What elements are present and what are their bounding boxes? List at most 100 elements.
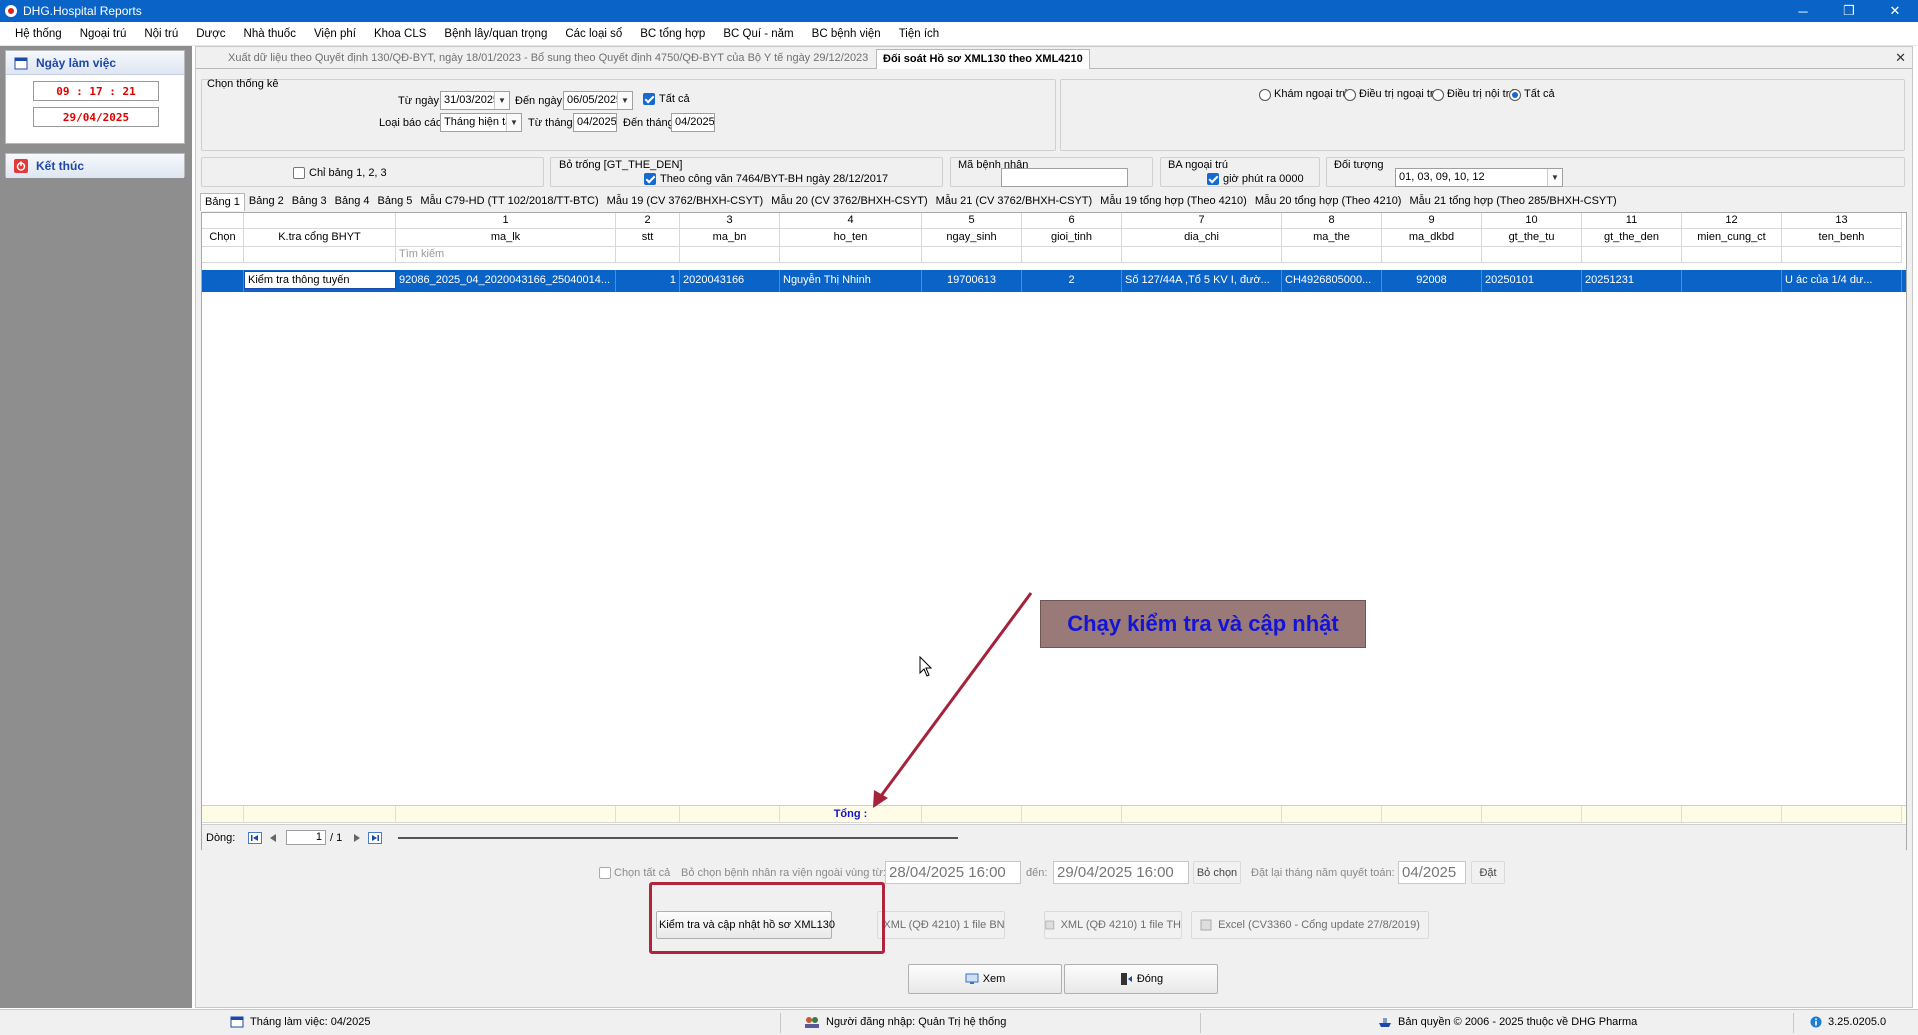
select-all-checkbox[interactable] [599,867,611,879]
minimize-button[interactable]: ─ [1780,0,1826,22]
maximize-button[interactable]: ❐ [1826,0,1872,22]
table-cell[interactable]: Nguyễn Thị Nhinh [780,270,922,292]
table-row[interactable]: Kiểm tra thông tuyến 92086_2025_04_202004… [202,270,1906,292]
only-tables-checkbox[interactable] [293,167,305,179]
filter-cell[interactable] [1682,247,1782,263]
menu-benh-lay[interactable]: Bệnh lây/quan trọng [435,28,556,40]
table-cell[interactable] [202,270,244,292]
first-page-icon[interactable] [248,831,262,844]
filter-cell[interactable] [680,247,780,263]
chevron-down-icon[interactable]: ▼ [1547,169,1562,186]
set-period-button[interactable]: Đặt [1471,861,1505,884]
from-month-input[interactable]: 04/2025 [573,113,617,132]
close-tab-icon[interactable]: ✕ [1895,50,1906,66]
close-window-button[interactable]: ✕ [1872,0,1918,22]
table-cell[interactable]: 1 [616,270,680,292]
filter-cell[interactable] [1022,247,1122,263]
menu-duoc[interactable]: Dược [187,28,234,40]
radio-tat-ca[interactable] [1509,89,1521,101]
subtab-mau-20-tong-hop[interactable]: Mẫu 20 tổng hợp (Theo 4210) [1251,193,1406,211]
page-input[interactable]: 1 [286,830,326,845]
object-select[interactable]: 01, 03, 09, 10, 12 ▼ [1395,168,1563,187]
filter-cell[interactable] [1782,247,1902,263]
filter-cell[interactable] [616,247,680,263]
horizontal-scrollbar[interactable] [398,836,959,839]
table-cell[interactable]: 2 [1022,270,1122,292]
patient-id-input[interactable] [1001,168,1128,187]
last-page-icon[interactable] [368,831,383,844]
subtab-mau-21-tong-hop[interactable]: Mẫu 21 tổng hợp (Theo 285/BHXH-CSYT) [1405,193,1620,211]
deselect-from-input[interactable]: 28/04/2025 16:00 [885,861,1021,884]
subtab-mau-19[interactable]: Mẫu 19 (CV 3762/BHXH-CSYT) [603,193,768,211]
menu-vien-phi[interactable]: Viện phí [305,28,365,40]
all-dates-checkbox[interactable] [643,93,655,105]
table-cell[interactable]: CH4926805000... [1282,270,1382,292]
table-cell[interactable]: Kiểm tra thông tuyến [244,271,396,289]
table-cell[interactable]: U ác của 1/4 dư... [1782,270,1902,292]
xml-bn-button[interactable]: XML (QĐ 4210) 1 file BN [877,911,1005,939]
reset-period-input[interactable]: 04/2025 [1398,861,1466,884]
menu-nha-thuoc[interactable]: Nhà thuốc [235,28,305,40]
subtab-bang-3[interactable]: Bảng 3 [288,193,331,211]
radio-dieu-tri-noi-tru[interactable] [1432,89,1444,101]
menu-tien-ich[interactable]: Tiện ích [890,28,948,40]
menu-noi-tru[interactable]: Nội trú [135,28,187,40]
menu-bc-qui-nam[interactable]: BC Quí - năm [714,28,802,40]
xml-th-button[interactable]: XML (QĐ 4210) 1 file TH [1044,911,1182,939]
inpatient-checkbox[interactable] [1207,173,1219,185]
next-page-icon[interactable] [352,832,362,844]
to-month-input[interactable]: 04/2025 [671,113,715,132]
radio-dieu-tri-ngoai-tru[interactable] [1344,89,1356,101]
menu-khoa-cls[interactable]: Khoa CLS [365,28,435,40]
exit-item[interactable]: Kết thúc [5,153,185,178]
filter-cell[interactable] [1482,247,1582,263]
table-cell[interactable]: 20251231 [1582,270,1682,292]
filter-cell[interactable] [1582,247,1682,263]
filter-cell[interactable] [780,247,922,263]
subtab-bang-4[interactable]: Bảng 4 [331,193,374,211]
table-cell[interactable] [1682,270,1782,292]
filter-cell[interactable] [1282,247,1382,263]
subtab-mau-19-tong-hop[interactable]: Mẫu 19 tổng hợp (Theo 4210) [1096,193,1251,211]
close-button[interactable]: Đóng [1064,964,1218,994]
tab-doi-soat[interactable]: Đối soát Hồ sơ XML130 theo XML4210 [876,49,1090,69]
chevron-down-icon[interactable]: ▼ [506,114,521,131]
subtab-bang-2[interactable]: Bảng 2 [245,193,288,211]
subtab-mau-21[interactable]: Mẫu 21 (CV 3762/BHXH-CSYT) [932,193,1097,211]
menu-cac-loai-so[interactable]: Các loại sổ [556,28,631,40]
filter-cell[interactable] [202,247,244,263]
report-type-select[interactable]: Tháng hiện tại ▼ [440,113,522,132]
tab-xuat-du-lieu[interactable]: Xuất dữ liệu theo Quyết định 130/QĐ-BYT,… [222,49,874,69]
filter-cell[interactable] [1382,247,1482,263]
table-cell[interactable]: Số 127/44A ,Tổ 5 KV I, đườ... [1122,270,1282,292]
menu-bc-benh-vien[interactable]: BC bệnh viện [803,28,890,40]
table-cell[interactable]: 2020043166 [680,270,780,292]
table-cell[interactable]: 20250101 [1482,270,1582,292]
filter-cell[interactable]: Tìm kiếm [396,247,616,263]
chevron-down-icon[interactable]: ▼ [494,92,509,109]
to-date-input[interactable]: 06/05/2025 ▼ [563,91,633,110]
table-cell[interactable]: 92008 [1382,270,1482,292]
excel-export-button[interactable]: Excel (CV3360 - Cổng update 27/8/2019) [1191,911,1429,939]
menu-bc-tong-hop[interactable]: BC tổng hợp [631,28,714,40]
subtab-mau-20[interactable]: Mẫu 20 (CV 3762/BHXH-CSYT) [767,193,932,211]
subtab-bang-5[interactable]: Bảng 5 [374,193,417,211]
subtab-bang-1[interactable]: Bảng 1 [200,193,245,211]
prev-page-icon[interactable] [268,832,278,844]
bo-trong-checkbox[interactable] [644,173,656,185]
deselect-button[interactable]: Bỏ chọn [1193,861,1241,884]
filter-cell[interactable] [1122,247,1282,263]
menu-he-thong[interactable]: Hệ thống [6,28,71,40]
table-cell[interactable]: 19700613 [922,270,1022,292]
chevron-down-icon[interactable]: ▼ [617,92,632,109]
workday-date-field[interactable]: 29/04/2025 [33,107,159,127]
view-button[interactable]: Xem [908,964,1062,994]
filter-cell[interactable] [922,247,1022,263]
from-date-input[interactable]: 31/03/2025 ▼ [440,91,510,110]
radio-kham-ngoai-tru[interactable] [1259,89,1271,101]
table-cell[interactable]: 92086_2025_04_2020043166_25040014... [396,270,616,292]
filter-cell[interactable] [244,247,396,263]
subtab-mau-c79[interactable]: Mẫu C79-HD (TT 102/2018/TT-BTC) [416,193,602,211]
menu-ngoai-tru[interactable]: Ngoại trú [71,28,136,40]
deselect-to-input[interactable]: 29/04/2025 16:00 [1053,861,1189,884]
